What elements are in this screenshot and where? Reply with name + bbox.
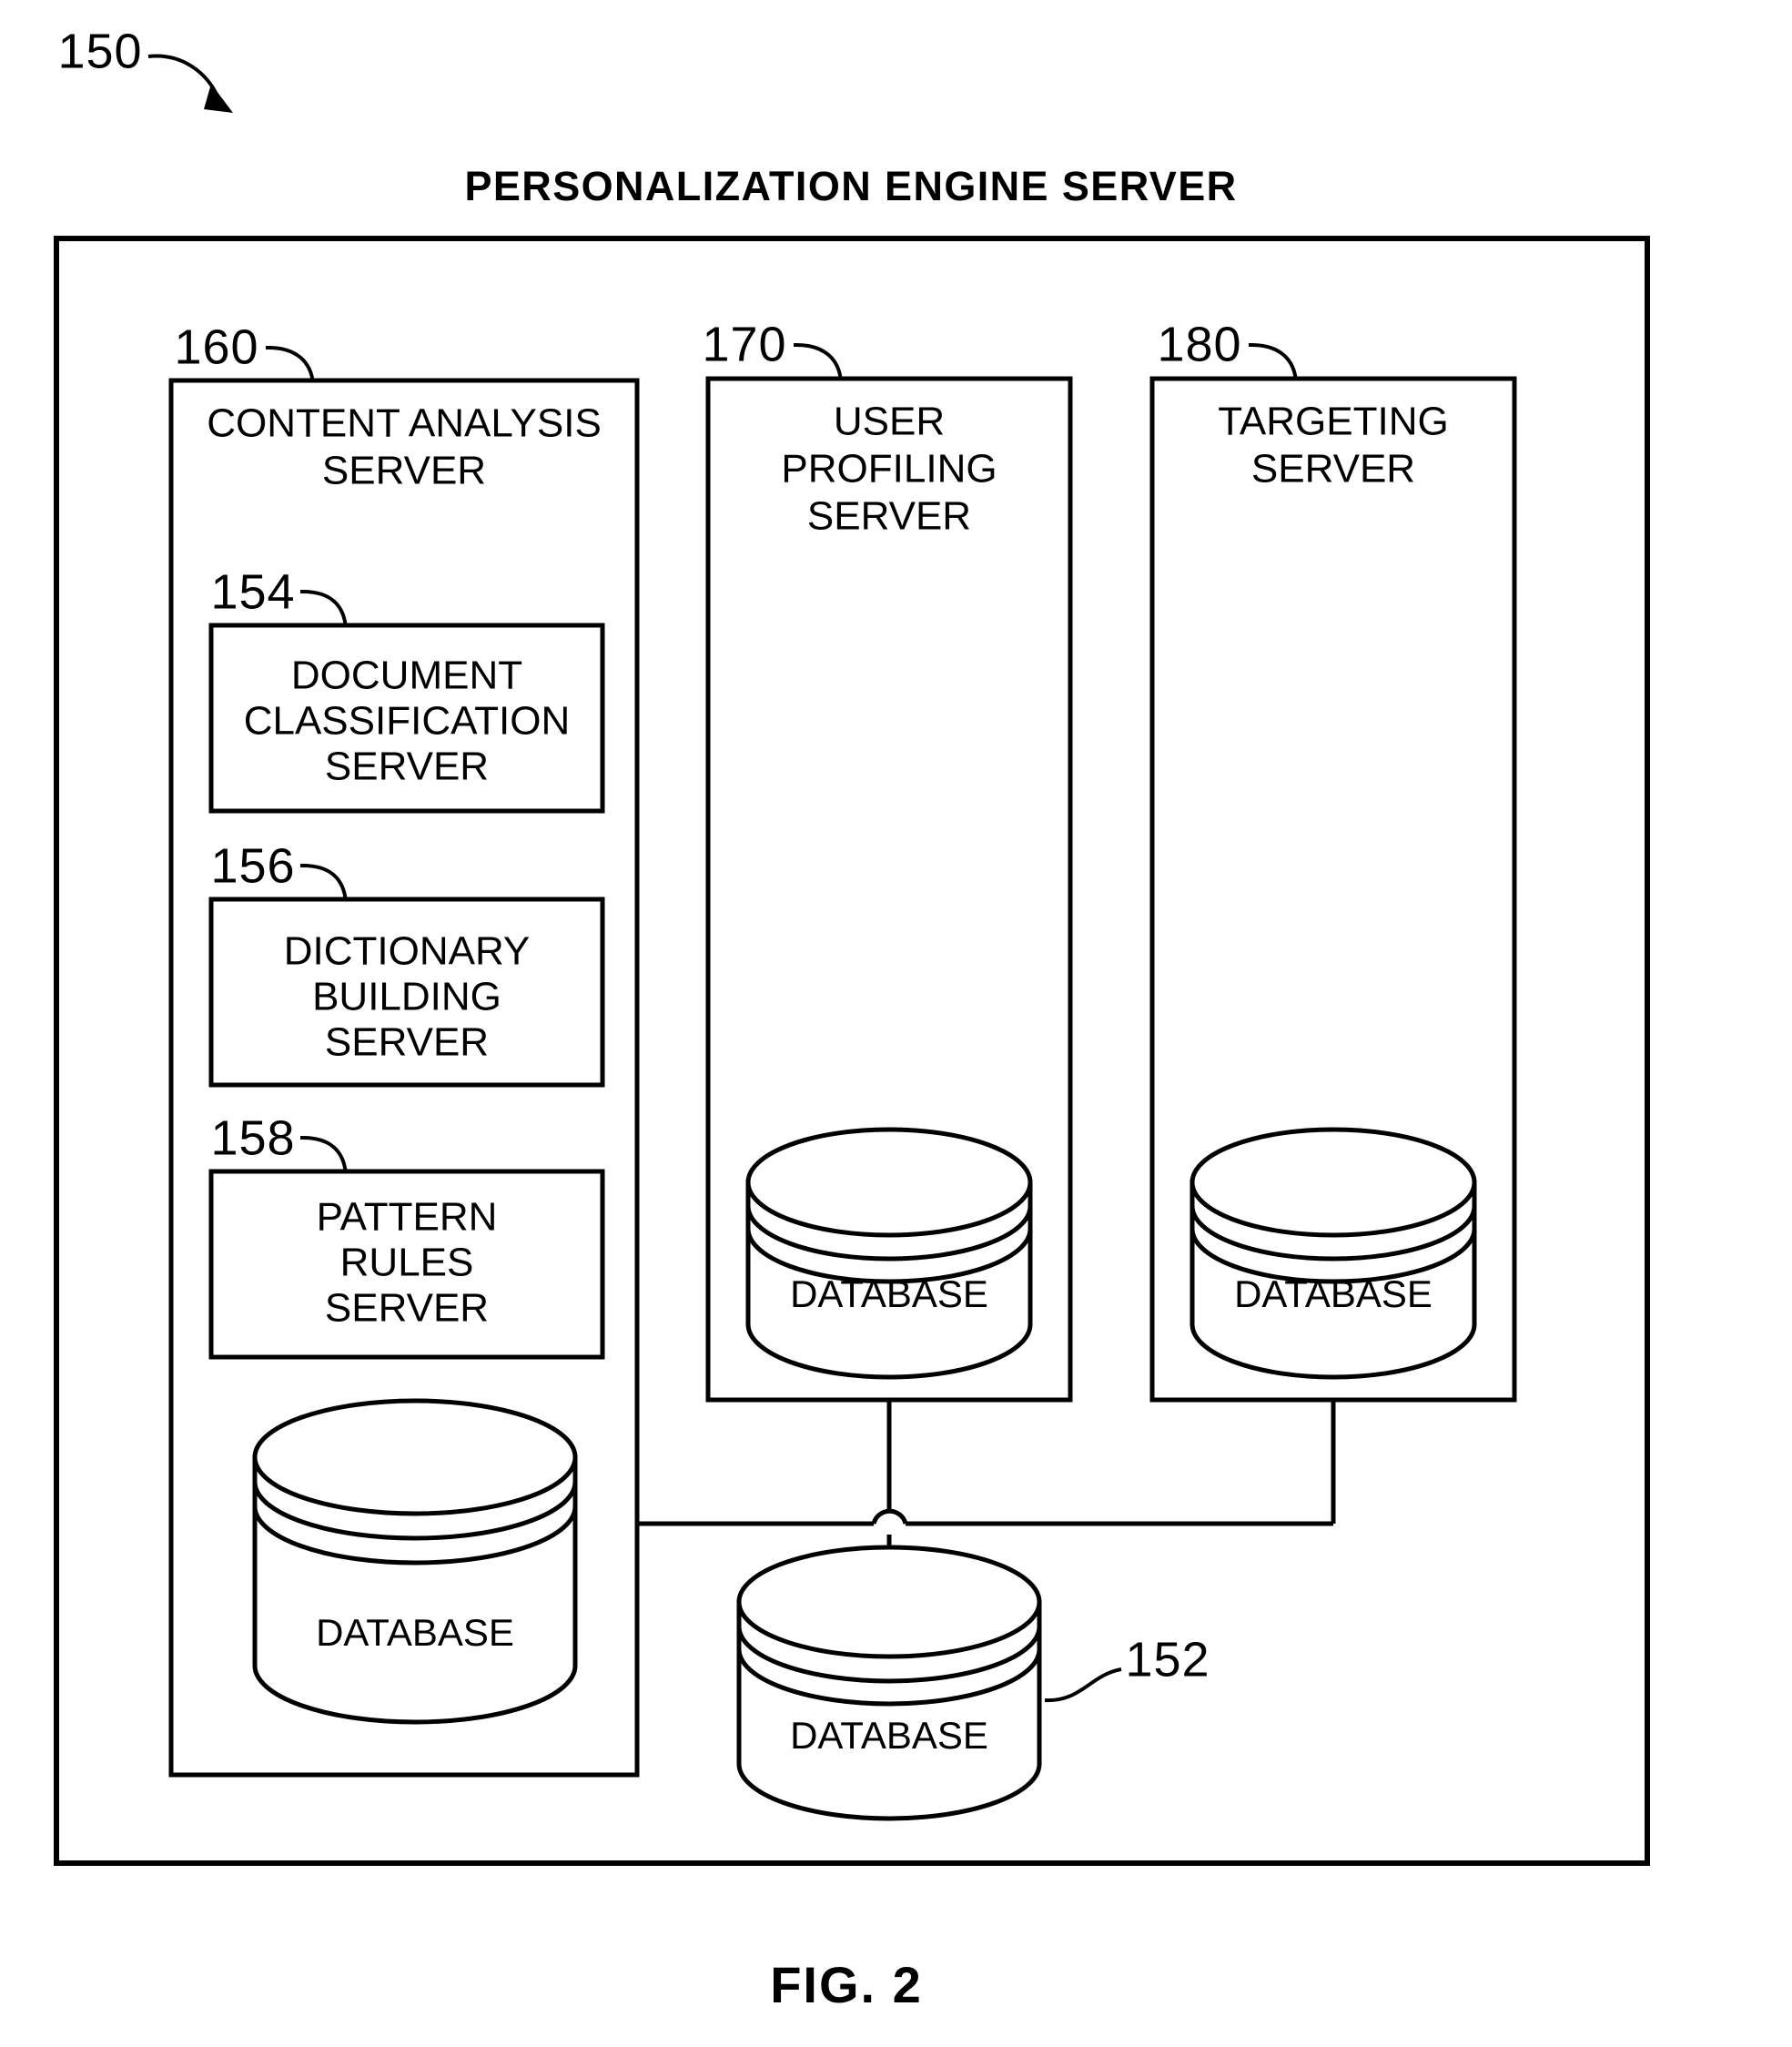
figure-page: 150 PERSONALIZATION ENGINE SERVER 160 CO… <box>0 0 1792 2047</box>
user-profiling-database[interactable]: DATABASE <box>745 1127 1033 1380</box>
dictionary-building-server-label-line2: BUILDING <box>312 975 501 1019</box>
shared-database-label: DATABASE <box>790 1714 988 1757</box>
user-profiling-server-label-line1: USER <box>834 400 945 444</box>
dictionary-building-server-label-line1: DICTIONARY <box>284 929 531 974</box>
content-analysis-database[interactable]: DATABASE <box>252 1398 578 1725</box>
reference-numeral-154: 154 <box>210 564 295 619</box>
reference-numeral-152: 152 <box>1125 1632 1210 1687</box>
shared-database[interactable]: DATABASE <box>736 1545 1042 1821</box>
dictionary-building-server-label-line3: SERVER <box>325 1020 489 1065</box>
content-analysis-server-label-line2: SERVER <box>322 449 486 493</box>
leader-line-150 <box>147 54 220 99</box>
pattern-rules-server-label-line2: RULES <box>340 1241 474 1285</box>
reference-numeral-158: 158 <box>210 1110 295 1165</box>
pattern-rules-server-label-line1: PATTERN <box>317 1195 498 1240</box>
reference-numeral-170: 170 <box>702 317 786 371</box>
document-classification-server-label-line1: DOCUMENT <box>291 654 522 698</box>
pattern-rules-server-label-line3: SERVER <box>325 1286 489 1331</box>
patent-figure: 150 PERSONALIZATION ENGINE SERVER 160 CO… <box>54 24 1650 2013</box>
reference-numeral-160: 160 <box>174 319 258 374</box>
content-analysis-database-top <box>252 1398 578 1516</box>
figure-caption: FIG. 2 <box>770 1956 923 2013</box>
reference-numeral-150: 150 <box>57 24 142 78</box>
page-title: PERSONALIZATION ENGINE SERVER <box>464 163 1237 209</box>
arrowhead-150 <box>204 84 233 113</box>
document-classification-server-label-line2: CLASSIFICATION <box>244 699 571 744</box>
user-profiling-database-top <box>745 1127 1033 1238</box>
reference-numeral-180: 180 <box>1157 317 1241 371</box>
targeting-server-label-line1: TARGETING <box>1218 400 1448 444</box>
shared-database-top <box>736 1545 1042 1659</box>
targeting-database-top <box>1190 1127 1477 1238</box>
user-profiling-server-label-line3: SERVER <box>807 494 971 539</box>
reference-numeral-156: 156 <box>210 838 295 893</box>
content-analysis-database-label: DATABASE <box>316 1611 514 1654</box>
user-profiling-database-label: DATABASE <box>790 1272 988 1315</box>
targeting-server-label-line2: SERVER <box>1251 447 1415 491</box>
document-classification-server-label-line3: SERVER <box>325 745 489 789</box>
user-profiling-server-label-line2: PROFILING <box>781 447 997 491</box>
content-analysis-server-label-line1: CONTENT ANALYSIS <box>207 401 602 446</box>
targeting-database[interactable]: DATABASE <box>1190 1127 1477 1380</box>
targeting-database-label: DATABASE <box>1234 1272 1433 1315</box>
